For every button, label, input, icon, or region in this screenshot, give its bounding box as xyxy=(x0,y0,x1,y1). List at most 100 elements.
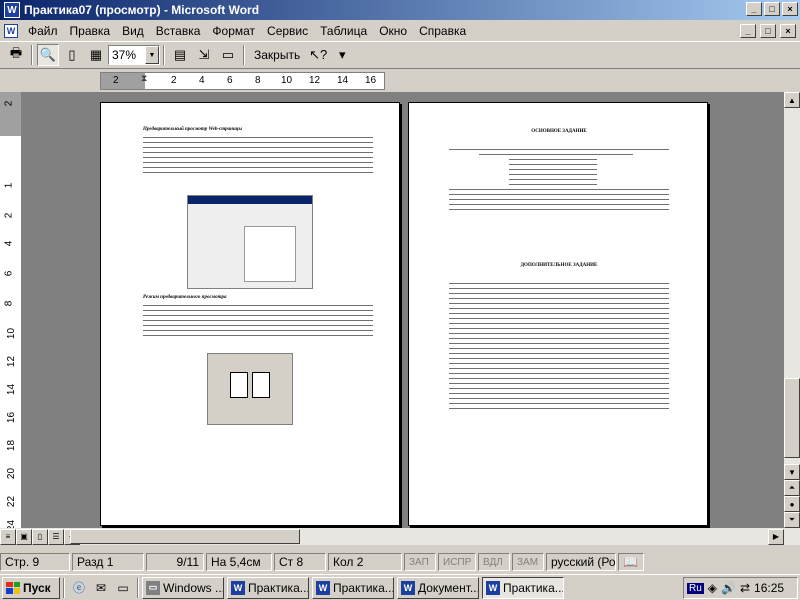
document-page-left[interactable]: Предварительный просмотр Web-страницы Ре… xyxy=(100,102,400,526)
ruler-tick-label: 12 xyxy=(6,355,18,368)
browse-object-icon[interactable]: ● xyxy=(784,496,800,512)
outline-view-icon[interactable]: ☰ xyxy=(48,528,64,545)
menu-insert[interactable]: Вставка xyxy=(150,22,207,40)
vertical-ruler[interactable]: 2 1 2 4 6 8 10 12 14 16 18 20 22 24 xyxy=(0,92,22,531)
one-page-icon[interactable]: ▯ xyxy=(61,44,83,66)
menu-format[interactable]: Формат xyxy=(206,22,261,40)
spelling-status-icon[interactable]: 📖 xyxy=(618,553,644,571)
status-ovr[interactable]: ЗАМ xyxy=(512,553,544,571)
vertical-scrollbar[interactable]: ▲ ▼ ⏶ ● ⏷ xyxy=(784,92,800,528)
ruler-tick-label: 20 xyxy=(6,467,18,480)
ruler-tick-label: 2 xyxy=(113,75,119,86)
toolbar-separator xyxy=(31,45,33,65)
ruler-tick-label: 18 xyxy=(6,439,18,452)
toolbar-separator xyxy=(243,45,245,65)
outlook-express-icon[interactable]: ✉ xyxy=(92,579,110,597)
antivirus-icon[interactable]: ◈ xyxy=(708,581,717,595)
document-icon[interactable]: W xyxy=(4,23,18,38)
body-text-block xyxy=(143,305,373,340)
maximize-button[interactable]: □ xyxy=(764,2,780,16)
ruler-tick-label: 12 xyxy=(309,75,321,86)
doc-restore-button[interactable]: □ xyxy=(760,24,776,38)
horizontal-scrollbar[interactable]: ≡ ▣ ▯ ☰ ◀ ▶ xyxy=(0,528,800,545)
task-word-1[interactable]: W Практика... xyxy=(227,576,309,599)
status-section: Разд 1 xyxy=(72,553,144,571)
document-page-right[interactable]: ОСНОВНОЕ ЗАДАНИЕ ДОПОЛНИТЕЛЬНОЕ ЗАДАНИЕ xyxy=(408,102,708,526)
shrink-to-fit-icon[interactable]: ⇲ xyxy=(193,44,215,66)
task-windows[interactable]: ▭ Windows ... xyxy=(142,576,224,599)
scroll-right-icon[interactable]: ▶ xyxy=(768,528,784,545)
task-list xyxy=(449,149,669,214)
task-word-2[interactable]: W Практика... xyxy=(312,576,394,599)
ruler-tick-label: 2 xyxy=(3,212,15,219)
ruler-tick-label: 14 xyxy=(337,75,349,86)
menu-view[interactable]: Вид xyxy=(116,22,150,40)
menu-edit[interactable]: Правка xyxy=(64,22,117,40)
zoom-select[interactable]: 37% ▼ xyxy=(108,45,160,65)
ruler-tick-label: 6 xyxy=(227,75,233,86)
menu-bar: W Файл Правка Вид Вставка Формат Сервис … xyxy=(0,20,800,41)
system-tray: Ru ◈ 🔊 ⇄ 16:25 xyxy=(683,577,798,599)
menu-help[interactable]: Справка xyxy=(413,22,472,40)
menu-tools[interactable]: Сервис xyxy=(261,22,314,40)
document-workspace[interactable]: Предварительный просмотр Web-страницы Ре… xyxy=(22,92,784,528)
word-app-icon[interactable]: W xyxy=(4,2,20,18)
full-screen-icon[interactable]: ▭ xyxy=(217,44,239,66)
body-text-block xyxy=(143,137,373,177)
status-page: Стр. 9 xyxy=(0,553,70,571)
toolbar-separator xyxy=(163,45,165,65)
task-label: Практика... xyxy=(333,580,394,595)
language-indicator[interactable]: Ru xyxy=(687,582,704,594)
internet-explorer-icon[interactable]: ⓔ xyxy=(70,579,88,597)
minimize-button[interactable]: _ xyxy=(746,2,762,16)
status-trk[interactable]: ИСПР xyxy=(438,553,476,571)
task-word-3[interactable]: W Документ... xyxy=(397,576,479,599)
screenshot-figure xyxy=(187,195,313,289)
web-view-icon[interactable]: ▣ xyxy=(16,528,32,545)
view-ruler-icon[interactable]: ▤ xyxy=(169,44,191,66)
status-ext[interactable]: ВДЛ xyxy=(478,553,510,571)
menu-window[interactable]: Окно xyxy=(373,22,413,40)
print-layout-icon[interactable]: ▯ xyxy=(32,528,48,545)
menu-file[interactable]: Файл xyxy=(22,22,64,40)
doc-close-button[interactable]: × xyxy=(780,24,796,38)
clock[interactable]: 16:25 xyxy=(754,581,784,595)
ruler-tick-label: 8 xyxy=(3,300,15,307)
next-page-icon[interactable]: ⏷ xyxy=(784,512,800,528)
chevron-down-icon[interactable]: ▼ xyxy=(145,46,159,64)
close-preview-button[interactable]: Закрыть xyxy=(248,46,306,64)
network-icon[interactable]: ⇄ xyxy=(740,581,750,595)
menu-table[interactable]: Таблица xyxy=(314,22,373,40)
title-bar: W Практика07 (просмотр) - Microsoft Word… xyxy=(0,0,800,20)
zoom-value: 37% xyxy=(112,48,137,62)
normal-view-icon[interactable]: ≡ xyxy=(0,528,16,545)
doc-minimize-button[interactable]: _ xyxy=(740,24,756,38)
scroll-up-icon[interactable]: ▲ xyxy=(784,92,800,108)
toolbar-options-icon[interactable]: ▾ xyxy=(331,44,353,66)
ruler-margin-area xyxy=(0,92,21,136)
ruler-tick-label: 2 xyxy=(3,100,15,107)
indent-marker-icon[interactable]: ⧗ xyxy=(141,73,151,89)
vertical-scroll-thumb[interactable] xyxy=(784,378,800,458)
previous-page-icon[interactable]: ⏶ xyxy=(784,480,800,496)
horizontal-ruler[interactable]: 2 ⧗ 2 4 6 8 10 12 14 16 xyxy=(100,72,385,90)
ruler-tick-label: 16 xyxy=(6,411,18,424)
print-icon[interactable]: 🖶 xyxy=(5,44,27,66)
scroll-down-icon[interactable]: ▼ xyxy=(784,464,800,480)
start-button[interactable]: Пуск xyxy=(2,576,60,599)
status-language[interactable]: русский (Ро xyxy=(546,553,616,571)
context-help-icon[interactable]: ↖? xyxy=(307,44,329,66)
desktop-icon[interactable]: ▭ xyxy=(114,579,132,597)
close-button[interactable]: × xyxy=(782,2,798,16)
horizontal-scroll-thumb[interactable] xyxy=(70,529,300,544)
window-icon: ▭ xyxy=(146,580,160,595)
status-rec[interactable]: ЗАП xyxy=(404,553,436,571)
word-doc-icon: W xyxy=(316,580,330,595)
task-label: Документ... xyxy=(418,580,479,595)
multiple-pages-icon[interactable]: ▦ xyxy=(85,44,107,66)
volume-icon[interactable]: 🔊 xyxy=(721,581,736,595)
task-word-active[interactable]: W Практика... xyxy=(482,576,564,599)
magnifier-icon[interactable]: 🔍 xyxy=(37,44,59,66)
ruler-tick-label: 16 xyxy=(365,75,377,86)
task-list xyxy=(449,283,669,413)
